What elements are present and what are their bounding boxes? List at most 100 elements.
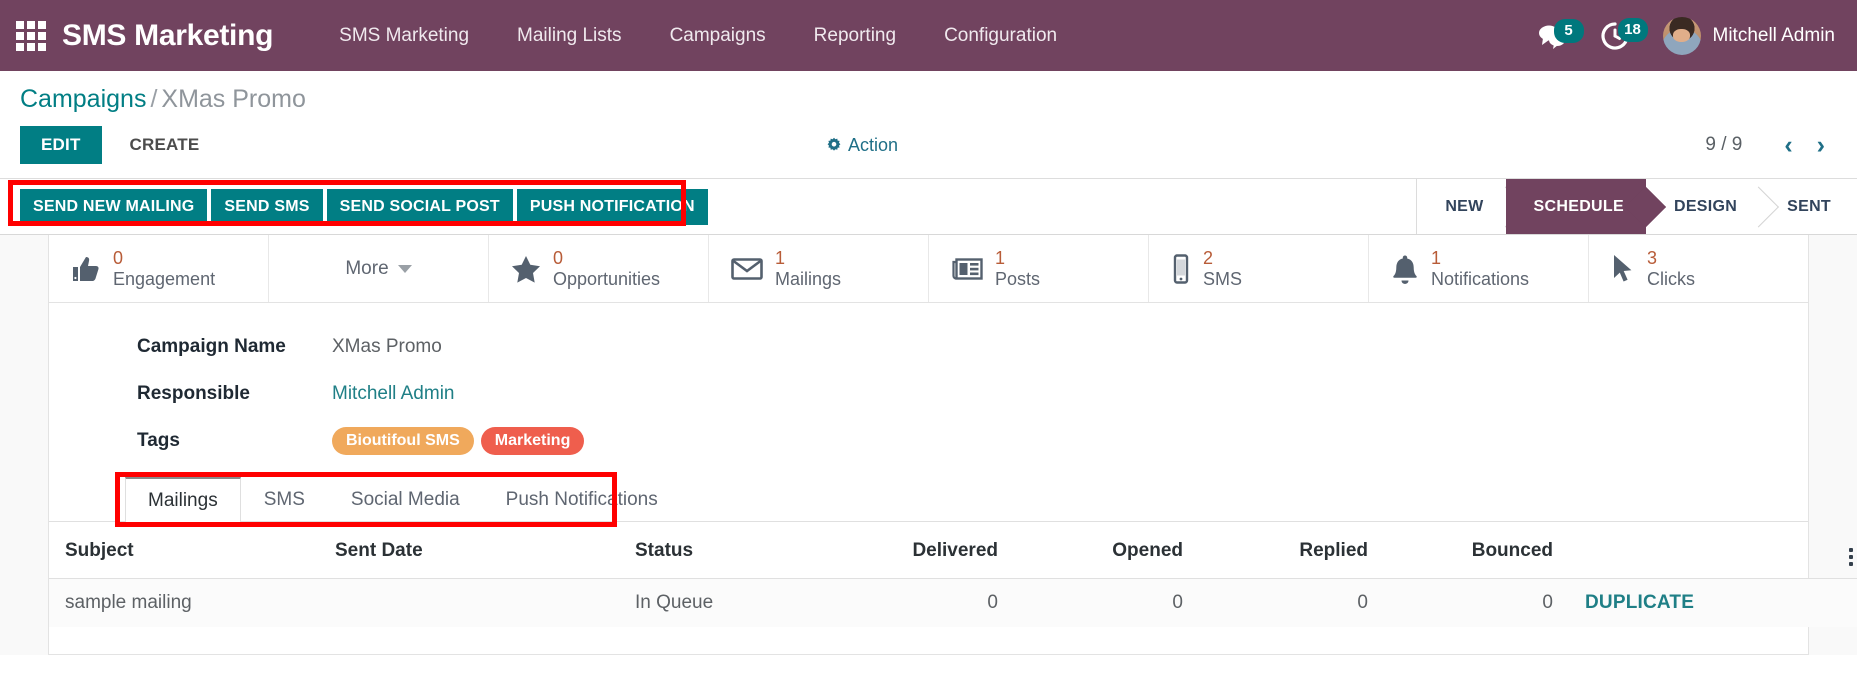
activities-menu[interactable]: 18 (1601, 22, 1629, 50)
send-new-mailing-button[interactable]: SEND NEW MAILING (20, 189, 207, 225)
value-campaign-name[interactable]: XMas Promo (332, 336, 442, 358)
stat-value-notifications: 1 (1431, 248, 1529, 268)
action-menu[interactable]: Action (826, 135, 898, 156)
stat-value-engagement: 0 (113, 248, 215, 268)
stat-button-mailings[interactable]: 1 Mailings (709, 235, 929, 302)
duplicate-button[interactable]: DUPLICATE (1585, 592, 1694, 613)
object-buttons: SEND NEW MAILING SEND SMS SEND SOCIAL PO… (20, 189, 708, 225)
navbar-menu: SMS Marketing Mailing Lists Campaigns Re… (315, 25, 1081, 47)
tab-sms[interactable]: SMS (241, 477, 328, 522)
mobile-phone-icon (1171, 254, 1191, 284)
nav-item-reporting[interactable]: Reporting (790, 25, 920, 47)
stat-value-sms: 2 (1203, 248, 1242, 268)
table-header-row: Subject Sent Date Status Delivered Opene… (49, 522, 1857, 579)
field-row-responsible: Responsible Mitchell Admin (137, 380, 1808, 408)
stage-schedule[interactable]: SCHEDULE (1506, 179, 1646, 234)
stat-button-clicks[interactable]: 3 Clicks (1589, 235, 1808, 302)
thumbs-up-icon (71, 255, 101, 283)
cell-opened: 0 (1014, 579, 1199, 628)
stat-label-sms: SMS (1203, 269, 1242, 289)
column-header-bounced[interactable]: Bounced (1384, 522, 1569, 579)
column-header-opened[interactable]: Opened (1014, 522, 1199, 579)
user-menu-label[interactable]: Mitchell Admin (1713, 25, 1836, 47)
stat-button-notifications[interactable]: 1 Notifications (1369, 235, 1589, 302)
send-social-post-button[interactable]: SEND SOCIAL POST (327, 189, 513, 225)
send-sms-button[interactable]: SEND SMS (211, 189, 322, 225)
pager-next-button[interactable]: › (1805, 133, 1837, 158)
stat-button-engagement[interactable]: 0 Engagement (49, 235, 269, 302)
column-header-sent-date[interactable]: Sent Date (319, 522, 619, 579)
value-responsible[interactable]: Mitchell Admin (332, 383, 455, 405)
pager: 9 / 9 ‹ › (1705, 133, 1837, 158)
stat-value-clicks: 3 (1647, 248, 1695, 268)
cell-options (1829, 579, 1857, 628)
edit-button[interactable]: EDIT (20, 126, 102, 164)
column-header-delivered[interactable]: Delivered (829, 522, 1014, 579)
cell-bounced: 0 (1384, 579, 1569, 628)
stat-value-posts: 1 (995, 248, 1040, 268)
breadcrumb-current: XMas Promo (161, 85, 305, 113)
form-sheet: 0 Engagement More 0 Opportunities 1 Mail (48, 235, 1809, 655)
stat-label-more: More (345, 258, 388, 280)
breadcrumb-campaigns[interactable]: Campaigns (20, 85, 146, 113)
control-panel: Campaigns/XMas Promo EDIT CREATE Action … (0, 71, 1857, 179)
top-navbar: SMS Marketing SMS Marketing Mailing List… (0, 0, 1857, 71)
mouse-pointer-icon (1611, 254, 1635, 284)
nav-item-configuration[interactable]: Configuration (920, 25, 1081, 47)
stat-value-mailings: 1 (775, 248, 841, 268)
tab-push-notifications[interactable]: Push Notifications (483, 477, 681, 522)
tag-marketing[interactable]: Marketing (481, 427, 585, 455)
column-options-button[interactable] (1829, 522, 1857, 579)
column-header-subject[interactable]: Subject (49, 522, 319, 579)
field-row-tags: Tags Bioutifoul SMS Marketing (137, 427, 1808, 455)
tab-mailings[interactable]: Mailings (125, 477, 241, 522)
label-campaign-name: Campaign Name (137, 336, 332, 358)
chevron-down-icon (398, 265, 412, 273)
nav-item-sms-marketing[interactable]: SMS Marketing (315, 25, 493, 47)
stat-button-more[interactable]: More (269, 235, 489, 302)
control-panel-row: EDIT CREATE Action 9 / 9 ‹ › (20, 118, 1837, 178)
cell-sent-date (319, 579, 619, 628)
cell-replied: 0 (1199, 579, 1384, 628)
pager-previous-button[interactable]: ‹ (1772, 133, 1804, 158)
bell-icon (1391, 254, 1419, 284)
stat-button-sms[interactable]: 2 SMS (1149, 235, 1369, 302)
action-label: Action (848, 135, 898, 156)
tag-bioutifoul-sms[interactable]: Bioutifoul SMS (332, 427, 474, 455)
apps-grid-icon[interactable] (14, 19, 48, 53)
mailings-table: Subject Sent Date Status Delivered Opene… (49, 522, 1857, 627)
avatar[interactable] (1663, 17, 1701, 55)
stat-label-mailings: Mailings (775, 269, 841, 289)
column-header-replied[interactable]: Replied (1199, 522, 1384, 579)
column-header-status[interactable]: Status (619, 522, 829, 579)
stat-value-opportunities: 0 (553, 248, 660, 268)
cell-status: In Queue (619, 579, 829, 628)
push-notification-button[interactable]: PUSH NOTIFICATION (517, 189, 708, 225)
messages-menu[interactable]: 5 (1537, 23, 1567, 49)
newspaper-icon (951, 256, 983, 282)
nav-item-mailing-lists[interactable]: Mailing Lists (493, 25, 646, 47)
app-brand-title[interactable]: SMS Marketing (62, 19, 273, 53)
label-responsible: Responsible (137, 383, 332, 405)
object-button-bar: SEND NEW MAILING SEND SMS SEND SOCIAL PO… (0, 179, 1857, 235)
stat-button-opportunities[interactable]: 0 Opportunities (489, 235, 709, 302)
nav-item-campaigns[interactable]: Campaigns (646, 25, 790, 47)
value-tags: Bioutifoul SMS Marketing (332, 427, 584, 455)
stat-label-engagement: Engagement (113, 269, 215, 289)
stat-label-posts: Posts (995, 269, 1040, 289)
cell-duplicate-action: DUPLICATE (1569, 579, 1829, 628)
stat-button-posts[interactable]: 1 Posts (929, 235, 1149, 302)
column-header-actions (1569, 522, 1829, 579)
tab-social-media[interactable]: Social Media (328, 477, 483, 522)
breadcrumb-separator: / (150, 85, 157, 113)
table-row[interactable]: sample mailing In Queue 0 0 0 0 DUPLICAT… (49, 579, 1857, 628)
breadcrumb: Campaigns/XMas Promo (20, 71, 1837, 118)
form-fields: Campaign Name XMas Promo Responsible Mit… (49, 303, 1808, 455)
form-sheet-wrapper: 0 Engagement More 0 Opportunities 1 Mail (0, 235, 1857, 655)
create-button[interactable]: CREATE (114, 126, 216, 164)
stage-new[interactable]: NEW (1417, 179, 1505, 234)
star-icon (511, 255, 541, 283)
cell-delivered: 0 (829, 579, 1014, 628)
navbar-right-tools: 5 18 Mitchell Admin (1537, 0, 1836, 71)
label-tags: Tags (137, 430, 332, 452)
